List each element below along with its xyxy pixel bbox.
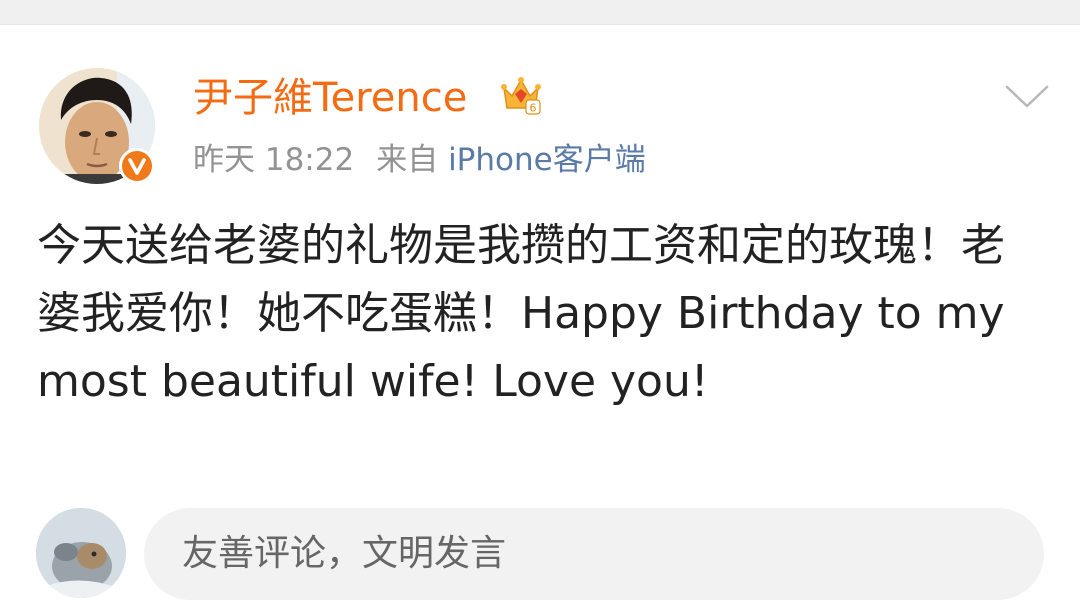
post-meta: 昨天 18:22 来自 iPhone客户端 (193, 140, 646, 180)
weibo-post-screen: 尹子維Terence 6 昨天 18:22 来自 iPhone客户端 今天送给老婆… (0, 0, 1080, 606)
post-time: 昨天 18:22 (193, 142, 355, 178)
source-prefix: 来自 (376, 142, 439, 178)
post-source-link[interactable]: iPhone客户端 (448, 142, 646, 178)
verified-badge-icon (128, 158, 146, 175)
top-divider-band (0, 0, 1080, 25)
author-avatar-wrap[interactable] (39, 68, 155, 184)
verified-badge (119, 148, 155, 184)
member-level-label: 6 (530, 102, 537, 115)
post-content: 今天送给老婆的礼物是我攒的工资和定的玫瑰！老婆我爱你！她不吃蛋糕！Happy B… (37, 220, 1005, 407)
commenter-avatar (36, 508, 126, 598)
author-name[interactable]: 尹子維Terence (193, 74, 467, 122)
commenter-avatar[interactable] (36, 508, 126, 598)
crown-member-icon[interactable]: 6 (500, 74, 542, 116)
chevron-down-icon[interactable] (1004, 82, 1050, 112)
comment-input[interactable]: 友善评论，文明发言 (144, 508, 1044, 600)
